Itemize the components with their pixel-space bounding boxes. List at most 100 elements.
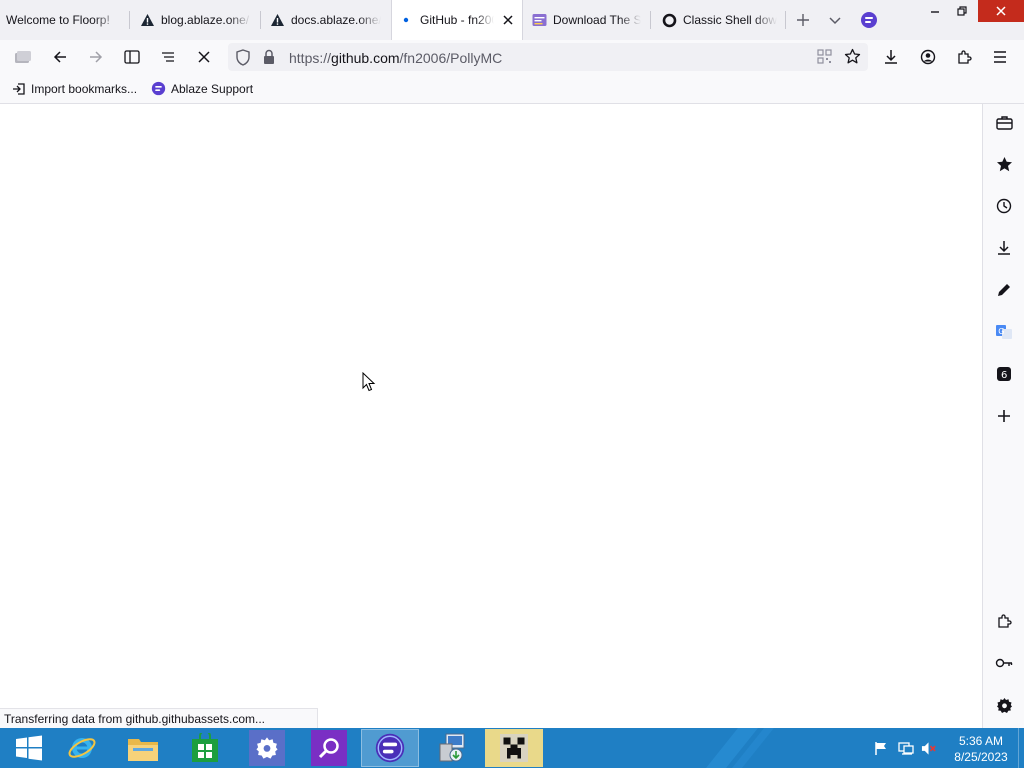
- close-window-button[interactable]: [978, 0, 1024, 22]
- shield-icon[interactable]: [235, 49, 251, 66]
- tab-docs[interactable]: docs.ablaze.one/: [263, 0, 387, 40]
- downloads-button[interactable]: [878, 44, 904, 70]
- minimize-icon: [931, 11, 939, 13]
- volume-muted-icon[interactable]: [921, 740, 937, 756]
- sidebar-item-translate[interactable]: G: [992, 320, 1016, 344]
- tab-welcome[interactable]: Welcome to Floorp!: [0, 0, 128, 40]
- forward-button[interactable]: [83, 44, 109, 70]
- list-icon: [162, 52, 174, 62]
- tab-title: Classic Shell dow: [683, 13, 777, 27]
- warning-icon: [139, 12, 155, 28]
- lock-icon[interactable]: [263, 49, 275, 65]
- start-button[interactable]: [0, 729, 58, 767]
- taskbar: 5:36 AM 8/25/2023: [0, 728, 1024, 768]
- sidebar-item-settings[interactable]: [992, 693, 1016, 717]
- sidebar-item-notes[interactable]: [992, 278, 1016, 302]
- url-bar[interactable]: https://github.com/fn2006/PollyMC: [228, 43, 868, 71]
- back-button[interactable]: [47, 44, 73, 70]
- tab-divider: [785, 11, 786, 29]
- store-icon: [192, 733, 218, 762]
- sidebar-icon: [124, 50, 140, 64]
- star-icon: [996, 156, 1012, 171]
- page-content[interactable]: [0, 104, 982, 728]
- tab-strip: Welcome to Floorp! blog.ablaze.one/ docs…: [0, 0, 1024, 40]
- taskbar-clock[interactable]: 5:36 AM 8/25/2023: [946, 733, 1016, 765]
- extensions-button[interactable]: [951, 44, 977, 70]
- bookmark-label: Ablaze Support: [171, 81, 254, 96]
- close-icon: [996, 6, 1006, 16]
- tab-download[interactable]: Download The Su: [525, 0, 647, 40]
- tree-style-tabs-button[interactable]: [155, 44, 181, 70]
- tab-divider: [129, 11, 130, 29]
- restore-button[interactable]: [946, 0, 978, 22]
- url-text[interactable]: https://github.com/fn2006/PollyMC: [289, 50, 502, 66]
- qr-code-icon[interactable]: [817, 49, 832, 64]
- network-icon[interactable]: [898, 740, 914, 756]
- warning-icon: [269, 12, 285, 28]
- clock-icon: [996, 198, 1012, 214]
- folder-icon: [128, 739, 158, 761]
- floorp-icon: [861, 12, 877, 28]
- sidebar-item-web-panel[interactable]: 6: [992, 362, 1016, 386]
- tab-github[interactable]: GitHub - fn2006/PollyMC: [391, 0, 523, 40]
- sidebar-item-bookmarks[interactable]: [992, 152, 1016, 176]
- action-center-flag-icon[interactable]: [873, 740, 889, 756]
- taskbar-minecraft-launcher[interactable]: [485, 729, 543, 767]
- ring-icon: [661, 12, 677, 28]
- download-icon: [885, 50, 897, 64]
- svg-text:G: G: [998, 327, 1004, 336]
- floorp-icon: [151, 81, 166, 96]
- list-all-tabs-button[interactable]: [823, 8, 847, 32]
- taskbar-search[interactable]: [300, 729, 358, 767]
- sidebar-item-downloads[interactable]: [992, 236, 1016, 260]
- tab-blog[interactable]: blog.ablaze.one/: [133, 0, 257, 40]
- sidebar-item-browser-manager[interactable]: [992, 110, 1016, 134]
- bookmark-label: Import bookmarks...: [31, 81, 138, 96]
- app-menu-button[interactable]: [987, 44, 1013, 70]
- hamburger-icon: [994, 51, 1006, 63]
- plus-icon: [998, 410, 1010, 422]
- briefcase-icon: [995, 115, 1013, 130]
- floorp-menu-button[interactable]: [857, 8, 881, 32]
- taskbar-file-explorer[interactable]: [114, 729, 172, 767]
- import-icon: [12, 82, 26, 96]
- new-tab-button[interactable]: [791, 8, 815, 32]
- sidebar-item-addons[interactable]: [992, 609, 1016, 633]
- tab-title: docs.ablaze.one/: [291, 13, 381, 27]
- gear-icon: [996, 697, 1012, 713]
- taskbar-internet-explorer[interactable]: [53, 729, 111, 767]
- translate-icon: G: [996, 325, 1012, 339]
- show-desktop-button[interactable]: [1018, 728, 1024, 768]
- stop-icon: [198, 51, 210, 63]
- navigation-toolbar: https://github.com/fn2006/PollyMC: [0, 40, 1024, 74]
- sidebar-item-history[interactable]: [992, 194, 1016, 218]
- taskbar-floorp[interactable]: [361, 729, 419, 767]
- close-tab-icon[interactable]: [500, 12, 516, 28]
- plus-icon: [797, 14, 809, 26]
- tab-classic-shell[interactable]: Classic Shell dow: [655, 0, 783, 40]
- url-path: /fn2006/PollyMC: [399, 50, 503, 66]
- puzzle-icon: [958, 50, 972, 64]
- mouse-cursor-icon: [362, 372, 376, 392]
- taskbar-settings[interactable]: [238, 729, 296, 767]
- bookmark-import[interactable]: Import bookmarks...: [12, 80, 137, 97]
- workspaces-button[interactable]: [10, 44, 36, 70]
- floorp-icon: [375, 733, 405, 763]
- tab-title: Download The Su: [553, 13, 641, 27]
- browser-manager-sidebar: G 6: [982, 104, 1024, 728]
- installer-icon: [439, 733, 465, 762]
- page-icon: [531, 12, 547, 28]
- sidebar-item-add[interactable]: [992, 404, 1016, 428]
- chevron-down-icon: [829, 17, 841, 25]
- bookmark-ablaze-support[interactable]: Ablaze Support: [151, 80, 253, 97]
- creeper-icon: [500, 734, 528, 762]
- gear-icon: [256, 737, 278, 759]
- sidebar-item-passwords[interactable]: [992, 651, 1016, 675]
- taskbar-installer[interactable]: [423, 729, 481, 767]
- sidebar-toggle-button[interactable]: [119, 44, 145, 70]
- taskbar-store[interactable]: [176, 729, 234, 767]
- bookmark-star-icon[interactable]: [844, 48, 861, 65]
- account-button[interactable]: [915, 44, 941, 70]
- stop-loading-button[interactable]: [191, 44, 217, 70]
- url-scheme: https://: [289, 50, 332, 66]
